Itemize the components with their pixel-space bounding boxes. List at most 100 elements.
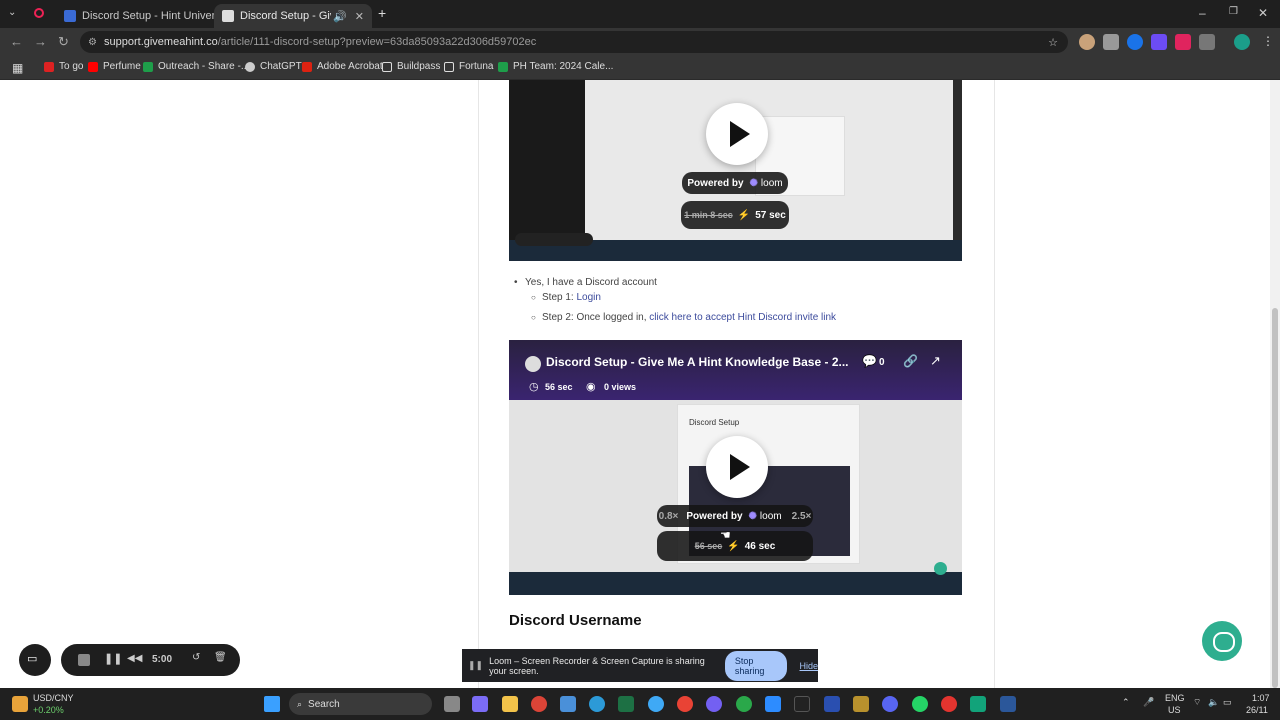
edge-icon[interactable] <box>589 696 605 712</box>
restart-icon[interactable]: ↺ <box>192 652 200 663</box>
keyboard-region[interactable]: US <box>1168 705 1181 715</box>
speed-time-badge[interactable]: 56 sec ⚡ 46 sec <box>657 531 813 561</box>
file-explorer-icon[interactable] <box>502 696 518 712</box>
discord-icon[interactable] <box>882 696 898 712</box>
app-icon[interactable] <box>648 696 664 712</box>
pause-icon[interactable]: ❚❚ <box>104 652 122 665</box>
extension-red-icon[interactable] <box>1175 34 1191 50</box>
rewind-icon[interactable]: ◀◀ <box>127 653 142 664</box>
speaker-icon[interactable]: 🔊 <box>333 10 347 23</box>
bookmark-label: Buildpass <box>397 61 441 72</box>
reload-icon[interactable]: ↻ <box>58 34 69 50</box>
app-red-icon[interactable] <box>941 696 957 712</box>
site-info-icon[interactable]: ⚙ <box>88 37 97 48</box>
new-tab-icon[interactable]: + <box>378 5 386 21</box>
app-teal-icon[interactable] <box>970 696 986 712</box>
loom-camera-button[interactable]: ▭ <box>19 644 51 676</box>
app-blue-icon[interactable] <box>824 696 840 712</box>
original-duration: 1 min 8 sec <box>684 210 733 220</box>
speed-time-badge[interactable]: 1 min 8 sec ⚡ 57 sec <box>681 201 789 229</box>
task-view-icon[interactable] <box>444 696 460 712</box>
tab-discord-setup-give-me-a-hint[interactable]: Discord Setup - Give Me A Hi... 🔊 ✕ <box>214 4 372 28</box>
word-icon[interactable] <box>1000 696 1016 712</box>
back-icon[interactable]: ← <box>10 34 23 49</box>
drag-handle-icon[interactable]: ❚❚ <box>468 660 483 671</box>
powered-by-loom[interactable]: Powered by ✺ loom <box>682 172 788 194</box>
loom-video-2[interactable]: Discord Setup - Give Me A Hint Knowledge… <box>509 340 962 595</box>
whatsapp-icon[interactable] <box>912 696 928 712</box>
loom-video-1[interactable]: Powered by ✺ loom 1 min 8 sec ⚡ 57 sec <box>509 80 962 261</box>
close-tab-icon[interactable]: ✕ <box>347 10 364 23</box>
tray-chevron-icon[interactable]: ⌃ <box>1122 697 1130 708</box>
open-external-icon[interactable]: ↗ <box>930 353 941 369</box>
profile-avatar[interactable] <box>1234 34 1250 50</box>
viber-icon[interactable] <box>706 696 722 712</box>
clock-time[interactable]: 1:07 <box>1252 693 1270 703</box>
start-icon[interactable] <box>264 696 280 712</box>
currency-widget-icon[interactable] <box>12 696 28 712</box>
trash-icon[interactable]: 🗑 <box>214 652 227 663</box>
scrollbar-thumb[interactable] <box>1272 308 1278 688</box>
tab-list-chevron-icon[interactable]: ⌄ <box>8 7 16 18</box>
comment-icon[interactable]: 💬 <box>862 354 877 368</box>
mail-icon[interactable] <box>560 696 576 712</box>
bookmark-label: Adobe Acrobat <box>317 61 383 72</box>
chrome-alt-icon[interactable] <box>677 696 693 712</box>
menu-kebab-icon[interactable]: ⋮ <box>1262 34 1274 48</box>
play-button-icon[interactable] <box>706 436 768 498</box>
bookmark-perfume[interactable]: Perfume <box>88 61 141 72</box>
chrome-icon[interactable] <box>531 696 547 712</box>
page-scrollbar[interactable] <box>1270 80 1280 688</box>
battery-icon[interactable]: ▭ <box>1223 697 1232 708</box>
play-button-icon[interactable] <box>706 103 768 165</box>
bookmark-to-go[interactable]: To go <box>44 61 83 72</box>
extension-avatar-icon[interactable] <box>1079 34 1095 50</box>
bookmark-star-icon[interactable]: ☆ <box>1048 36 1058 49</box>
excel-icon[interactable] <box>618 696 634 712</box>
search-icon: ⌕ <box>297 698 303 709</box>
speed-selector[interactable]: 0.8× Powered by ✺ loom 2.5× <box>657 505 813 527</box>
wifi-icon[interactable]: ⌔ <box>1193 697 1201 708</box>
app-green-icon[interactable] <box>736 696 752 712</box>
stop-sharing-button[interactable]: Stop sharing <box>724 650 788 681</box>
video-chat-icon <box>934 562 947 575</box>
extension-loom-icon[interactable] <box>1151 34 1167 50</box>
login-link[interactable]: Login <box>576 292 600 303</box>
bookmark-ph-team[interactable]: PH Team: 2024 Cale... <box>498 61 613 72</box>
bookmark-chatgpt[interactable]: ChatGPT <box>245 61 302 72</box>
loom-recording-bar: ❚❚ ◀◀ 5:00 ↺ 🗑 <box>61 644 240 676</box>
apps-grid-icon[interactable]: ▦ <box>12 61 23 75</box>
hide-share-bar-link[interactable]: Hide <box>799 661 818 671</box>
app-gold-icon[interactable] <box>853 696 869 712</box>
app-dark-icon[interactable] <box>794 696 810 712</box>
extensions-puzzle-icon[interactable] <box>1199 34 1215 50</box>
tab-discord-setup-hint-university[interactable]: Discord Setup - Hint University ✕ <box>56 4 214 28</box>
speed-low[interactable]: 0.8× <box>659 511 679 522</box>
copilot-icon[interactable] <box>472 696 488 712</box>
discord-invite-link[interactable]: click here to accept Hint Discord invite… <box>649 312 836 323</box>
language-code[interactable]: ENG <box>1165 693 1185 703</box>
speed-high[interactable]: 2.5× <box>792 511 812 522</box>
bookmark-fortuna[interactable]: Fortuna <box>444 61 493 72</box>
close-window-icon[interactable]: ✕ <box>1258 6 1268 20</box>
bookmark-adobe-acrobat[interactable]: Adobe Acrobat <box>302 61 383 72</box>
minimize-icon[interactable]: – <box>1199 6 1206 20</box>
microphone-icon[interactable]: 🎤 <box>1143 697 1154 708</box>
bookmark-outreach[interactable]: Outreach - Share -... <box>143 61 249 72</box>
address-bar[interactable]: ⚙ support.givemeahint.co/article/111-dis… <box>80 31 1068 53</box>
bookmark-buildpass[interactable]: Buildpass <box>382 61 440 72</box>
zoom-icon[interactable] <box>765 696 781 712</box>
volume-icon[interactable]: 🔈 <box>1208 697 1219 708</box>
extension-icon[interactable] <box>1103 34 1119 50</box>
clock-date[interactable]: 26/11 <box>1246 705 1268 715</box>
help-chat-button[interactable] <box>1202 621 1242 661</box>
video-title[interactable]: Discord Setup - Give Me A Hint Knowledge… <box>546 355 849 369</box>
maximize-icon[interactable]: ❐ <box>1229 6 1238 17</box>
copy-link-icon[interactable]: 🔗 <box>903 354 918 368</box>
taskbar-search[interactable]: ⌕ Search <box>289 693 432 715</box>
bookmark-label: Fortuna <box>459 61 494 72</box>
extension-password-icon[interactable] <box>1127 34 1143 50</box>
forward-icon[interactable]: → <box>34 34 47 49</box>
recording-dot-icon[interactable] <box>34 8 44 18</box>
stop-recording-icon[interactable] <box>78 654 90 666</box>
